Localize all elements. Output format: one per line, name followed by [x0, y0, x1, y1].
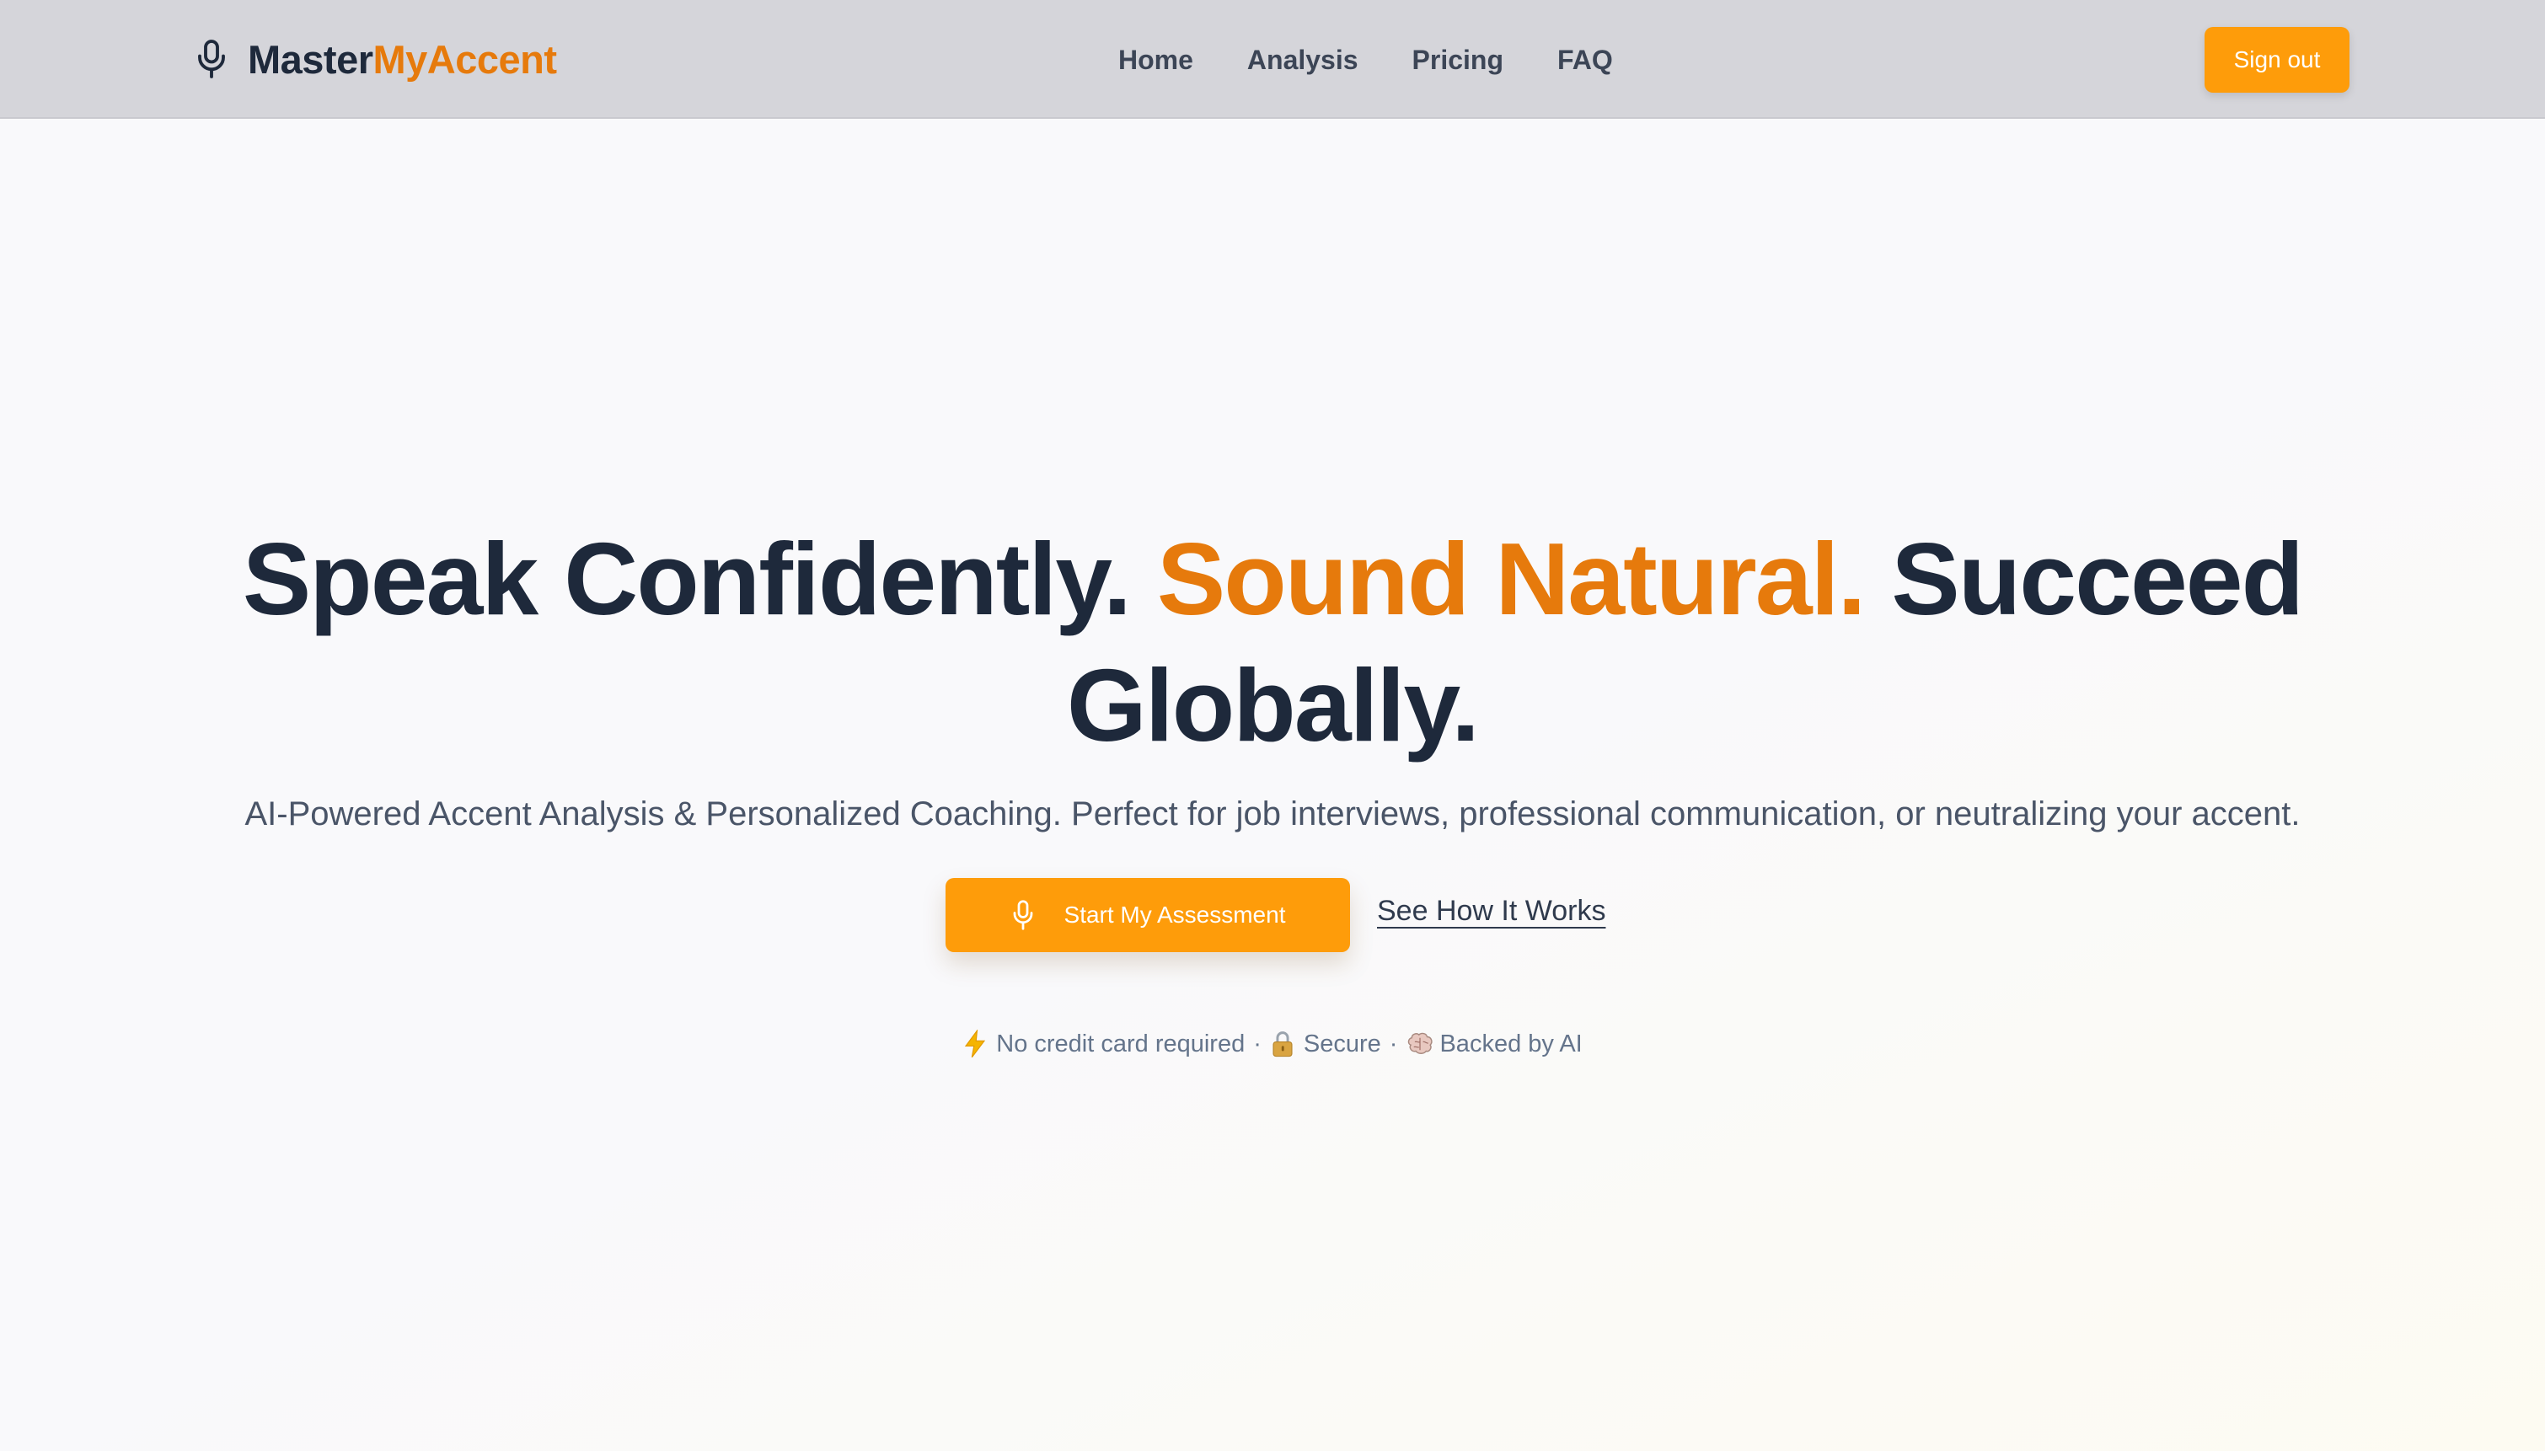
- brain-icon: [1406, 1030, 1433, 1058]
- hero-subtitle: AI-Powered Accent Analysis & Personalize…: [244, 795, 2301, 832]
- lock-icon: [1270, 1030, 1295, 1058]
- brand-logo[interactable]: MasterMyAccent: [194, 29, 557, 89]
- nav-link-faq[interactable]: FAQ: [1557, 45, 1613, 76]
- start-assessment-button[interactable]: Start My Assessment: [946, 878, 1350, 952]
- brand-name-part-b: MyAccent: [372, 36, 558, 82]
- nav-link-pricing[interactable]: Pricing: [1412, 45, 1503, 76]
- sign-out-button[interactable]: Sign out: [2205, 27, 2349, 93]
- main-nav: Home Analysis Pricing FAQ: [1118, 30, 1613, 89]
- trust-badges: No credit card required · Secure · Backed …: [640, 1029, 1905, 1058]
- trust-item-secure: Secure: [1303, 1030, 1381, 1057]
- trust-item-no-card: No credit card required: [996, 1030, 1246, 1057]
- hero-title-part-1: Speak Confidently.: [242, 522, 1132, 636]
- hero-title-part-2: Sound Natural.: [1156, 522, 1867, 636]
- microphone-icon: [1010, 899, 1036, 931]
- nav-link-home[interactable]: Home: [1118, 45, 1193, 76]
- brand-name-part-a: Master: [248, 36, 373, 82]
- page-bottom-divider: [0, 1451, 2545, 1456]
- start-assessment-label: Start My Assessment: [1064, 902, 1286, 928]
- brand-name: MasterMyAccent: [248, 36, 557, 83]
- lightning-icon: [962, 1029, 988, 1058]
- trust-separator: ·: [1253, 1030, 1262, 1057]
- top-navbar: MasterMyAccent Home Analysis Pricing FAQ…: [0, 0, 2545, 119]
- see-how-it-works-link[interactable]: See How It Works: [1377, 895, 1605, 928]
- nav-link-analysis[interactable]: Analysis: [1247, 45, 1358, 76]
- trust-item-ai: Backed by AI: [1439, 1030, 1583, 1057]
- trust-separator: ·: [1389, 1030, 1398, 1057]
- microphone-icon: [194, 38, 229, 80]
- hero-title: Speak Confidently. Sound Natural. Succee…: [135, 516, 2410, 768]
